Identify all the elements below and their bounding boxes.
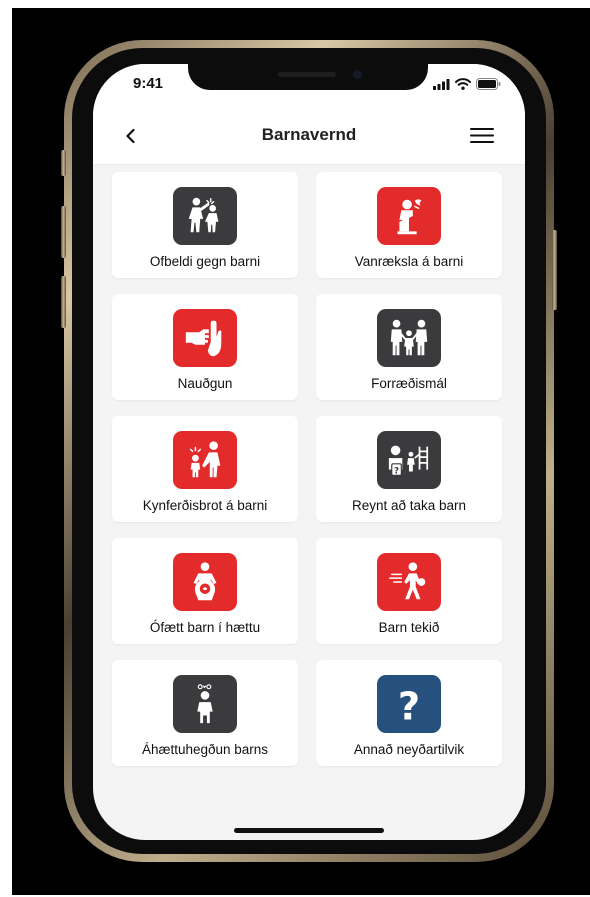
child-taken-icon [377, 553, 441, 611]
category-label: Forræðismál [371, 376, 447, 391]
phone-mute-switch [61, 150, 66, 176]
page-title: Barnavernd [261, 125, 357, 144]
menu-button[interactable] [469, 125, 495, 145]
category-card-naudgun[interactable]: Nauðgun [112, 294, 298, 400]
category-card-barn-tekid[interactable]: Barn tekið [316, 538, 502, 644]
risk-behavior-icon [173, 675, 237, 733]
unborn-child-danger-icon [173, 553, 237, 611]
svg-text:?: ? [394, 466, 399, 476]
rape-icon [173, 309, 237, 367]
question-icon: ? [377, 675, 441, 733]
category-label: Áhættuhegðun barns [141, 742, 269, 757]
child-neglect-icon [377, 187, 441, 245]
battery-icon [476, 78, 501, 90]
navigation-bar: Barnavernd [93, 108, 525, 165]
attempted-abduction-icon: ? [377, 431, 441, 489]
category-card-kynferdisbrot-a-barni[interactable]: Kynferðisbrot á barni [112, 416, 298, 522]
phone-volume-up [61, 206, 66, 258]
category-label: Barn tekið [378, 620, 440, 635]
svg-text:?: ? [398, 684, 420, 727]
phone-power-button [552, 230, 557, 310]
phone-notch [188, 64, 428, 90]
category-label: Reynt að taka barn [351, 498, 467, 513]
category-label: Vanræksla á barni [354, 254, 464, 269]
category-grid: Ofbeldi gegn barni Vanræksla á barni Nau… [112, 172, 506, 766]
category-card-annad-neydartilvik[interactable]: ? Annað neyðartilvik [316, 660, 502, 766]
back-button[interactable] [119, 124, 143, 148]
category-card-ofbeldi-gegn-barni[interactable]: Ofbeldi gegn barni [112, 172, 298, 278]
signal-icon [433, 78, 450, 90]
category-card-reynt-ad-taka-barn[interactable]: ? Reynt að taka barn [316, 416, 502, 522]
status-icons [433, 77, 501, 91]
category-card-ahaettuhegdun-barns[interactable]: Áhættuhegðun barns [112, 660, 298, 766]
category-label: Ofbeldi gegn barni [149, 254, 261, 269]
category-label: Kynferðisbrot á barni [142, 498, 268, 513]
speaker-grille [278, 72, 336, 77]
status-time: 9:41 [133, 75, 164, 92]
category-card-ofaett-barn-i-haettu[interactable]: Ófætt barn í hættu [112, 538, 298, 644]
hamburger-menu-icon [470, 128, 494, 143]
custody-family-icon [377, 309, 441, 367]
home-indicator[interactable] [234, 828, 384, 833]
category-label: Nauðgun [177, 376, 233, 391]
front-camera [353, 70, 362, 79]
child-violence-icon [173, 187, 237, 245]
phone-screen: 9:41 Barnavernd Ofbeldi gegn barni Vanræ… [93, 64, 525, 840]
wifi-icon [455, 78, 471, 90]
chevron-left-icon [126, 128, 135, 144]
category-card-vanraeksla-a-barni[interactable]: Vanræksla á barni [316, 172, 502, 278]
phone-volume-down [61, 276, 66, 328]
child-sexual-abuse-icon [173, 431, 237, 489]
category-label: Ófætt barn í hættu [149, 620, 261, 635]
category-label: Annað neyðartilvik [353, 742, 465, 757]
category-card-forraedismal[interactable]: Forræðismál [316, 294, 502, 400]
